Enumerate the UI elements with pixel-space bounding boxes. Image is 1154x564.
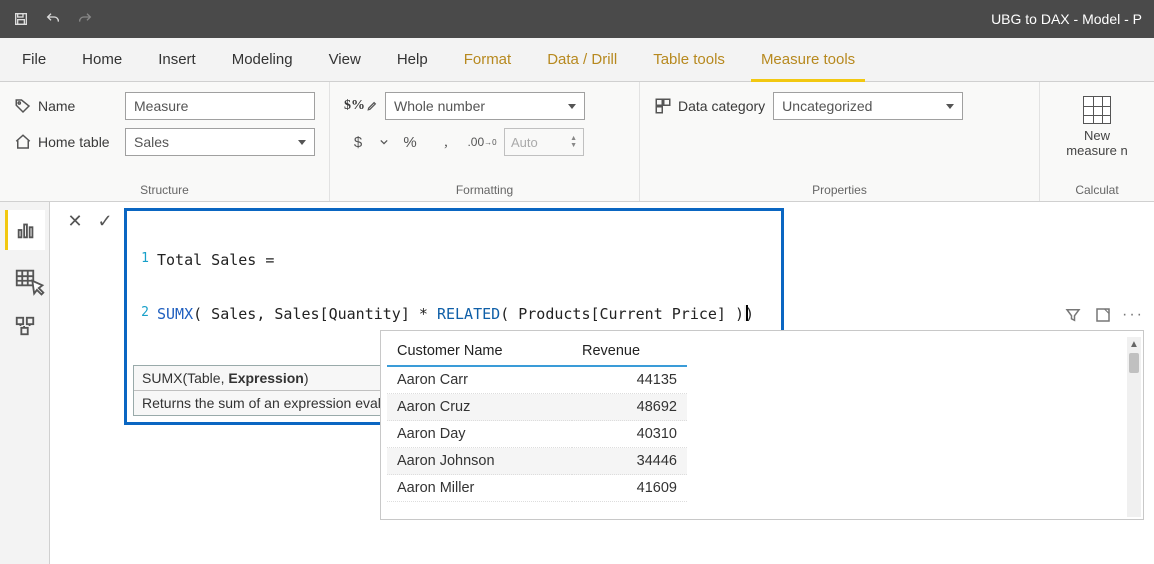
decimal-button[interactable]: .00→0 xyxy=(468,128,496,156)
redo-icon[interactable] xyxy=(76,10,94,28)
table-cell: Aaron Carr xyxy=(387,366,572,394)
tab-insert[interactable]: Insert xyxy=(140,38,214,81)
ribbon-tabs: FileHomeInsertModelingViewHelpFormatData… xyxy=(0,38,1154,82)
group-label-calculations: Calculat xyxy=(1040,179,1154,197)
group-label-structure: Structure xyxy=(0,179,329,197)
view-sidebar xyxy=(0,202,50,564)
table-cell: Aaron Cruz xyxy=(387,394,572,421)
thousands-button[interactable]: , xyxy=(432,128,460,156)
scroll-thumb[interactable] xyxy=(1129,353,1139,373)
table-cell: 34446 xyxy=(572,448,687,475)
cancel-formula-button[interactable]: ✕ xyxy=(64,210,86,232)
tab-view[interactable]: View xyxy=(311,38,379,81)
save-icon[interactable] xyxy=(12,10,30,28)
data-category-label: Data category xyxy=(654,97,765,115)
group-label-formatting: Formatting xyxy=(330,179,639,197)
table-row[interactable]: Aaron Day40310 xyxy=(387,421,687,448)
column-header[interactable]: Revenue xyxy=(572,337,687,366)
pointer-icon xyxy=(25,278,47,300)
model-view-button[interactable] xyxy=(5,306,45,346)
ribbon-body: Name Measure Home table Sales Structure xyxy=(0,82,1154,202)
titlebar: UBG to DAX - Model - P xyxy=(0,0,1154,38)
tab-file[interactable]: File xyxy=(0,38,64,81)
name-label: Name xyxy=(14,97,75,115)
table-cell: Aaron Johnson xyxy=(387,448,572,475)
group-properties: Data category Uncategorized Properties xyxy=(640,82,1040,201)
format-icon-label: $% xyxy=(344,98,377,114)
table-cell: 44135 xyxy=(572,366,687,394)
table-cell: Aaron Miller xyxy=(387,475,572,502)
home-icon xyxy=(14,133,32,151)
group-formatting: $% Whole number $ % , .00→0 Auto ▲▼ Form… xyxy=(330,82,640,201)
report-view-button[interactable] xyxy=(5,210,45,250)
tab-data-drill[interactable]: Data / Drill xyxy=(529,38,635,81)
model-icon xyxy=(14,315,36,337)
group-label-properties: Properties xyxy=(640,179,1039,197)
table-row[interactable]: Aaron Miller41609 xyxy=(387,475,687,502)
tab-home[interactable]: Home xyxy=(64,38,140,81)
name-input[interactable]: Measure xyxy=(125,92,315,120)
table-row[interactable]: Aaron Johnson34446 xyxy=(387,448,687,475)
tab-help[interactable]: Help xyxy=(379,38,446,81)
home-table-dropdown[interactable]: Sales xyxy=(125,128,315,156)
more-options-icon[interactable]: ··· xyxy=(1124,306,1142,324)
commit-formula-button[interactable]: ✓ xyxy=(94,210,116,232)
table-visual[interactable]: Customer NameRevenue Aaron Carr44135Aaro… xyxy=(380,330,1144,520)
report-canvas: ✕ ✓ 1Total Sales = 2SUMX( Sales, Sales[Q… xyxy=(50,202,1154,564)
bar-chart-icon xyxy=(15,219,37,241)
measure-icon xyxy=(1083,96,1111,124)
scroll-up-icon[interactable]: ▲ xyxy=(1127,337,1141,351)
visual-area: ··· Customer NameRevenue Aaron Carr44135… xyxy=(380,312,1144,564)
chevron-down-icon[interactable] xyxy=(380,138,388,146)
table-row[interactable]: Aaron Cruz48692 xyxy=(387,394,687,421)
table-cell: Aaron Day xyxy=(387,421,572,448)
data-category-dropdown[interactable]: Uncategorized xyxy=(773,92,963,120)
format-dropdown[interactable]: Whole number xyxy=(385,92,585,120)
tab-format[interactable]: Format xyxy=(446,38,530,81)
focus-icon[interactable] xyxy=(1094,306,1112,324)
table-cell: 48692 xyxy=(572,394,687,421)
auto-decimal-input[interactable]: Auto ▲▼ xyxy=(504,128,584,156)
group-structure: Name Measure Home table Sales Structure xyxy=(0,82,330,201)
tag-icon xyxy=(14,97,32,115)
tab-modeling[interactable]: Modeling xyxy=(214,38,311,81)
main-area: ✕ ✓ 1Total Sales = 2SUMX( Sales, Sales[Q… xyxy=(0,202,1154,564)
undo-icon[interactable] xyxy=(44,10,62,28)
table-cell: 41609 xyxy=(572,475,687,502)
table-row[interactable]: Aaron Carr44135 xyxy=(387,366,687,394)
window-title: UBG to DAX - Model - P xyxy=(991,11,1142,27)
new-measure-button[interactable]: New measure n xyxy=(1054,92,1140,162)
scrollbar[interactable]: ▲ xyxy=(1127,337,1141,517)
currency-button[interactable]: $ xyxy=(344,128,372,156)
category-icon xyxy=(654,97,672,115)
percent-button[interactable]: % xyxy=(396,128,424,156)
pencil-icon xyxy=(367,101,377,111)
table-cell: 40310 xyxy=(572,421,687,448)
home-table-label: Home table xyxy=(14,133,110,151)
column-header[interactable]: Customer Name xyxy=(387,337,572,366)
filter-icon[interactable] xyxy=(1064,306,1082,324)
data-view-button[interactable] xyxy=(5,258,45,298)
tab-measure-tools[interactable]: Measure tools xyxy=(743,38,873,81)
group-calculations: New measure n Calculat xyxy=(1040,82,1154,201)
quick-access-toolbar xyxy=(12,10,94,28)
tab-table-tools[interactable]: Table tools xyxy=(635,38,743,81)
data-table: Customer NameRevenue Aaron Carr44135Aaro… xyxy=(387,337,687,502)
